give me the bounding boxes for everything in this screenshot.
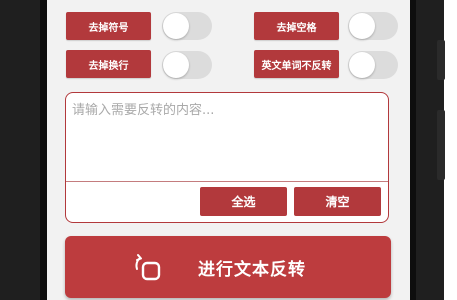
select-all-button[interactable]: 全选 xyxy=(200,187,287,216)
remove-spaces-toggle[interactable] xyxy=(348,12,398,40)
phone-side-button-upper xyxy=(437,40,445,80)
rotate-icon xyxy=(135,254,161,281)
toggle-knob xyxy=(163,13,189,39)
remove-newlines-label: 去掉换行 xyxy=(66,50,151,78)
text-input-card: 全选 清空 xyxy=(65,92,389,223)
toggle-knob xyxy=(163,52,189,78)
phone-bezel-right-edge xyxy=(410,0,416,300)
reverse-text-button-label: 进行文本反转 xyxy=(198,260,306,280)
remove-newlines-toggle[interactable] xyxy=(162,51,212,79)
clear-button[interactable]: 清空 xyxy=(294,187,381,216)
text-input[interactable] xyxy=(70,97,388,183)
remove-spaces-label: 去掉空格 xyxy=(254,12,339,40)
reverse-text-button[interactable]: 进行文本反转 xyxy=(65,236,391,298)
remove-symbols-toggle[interactable] xyxy=(162,12,212,40)
toggle-knob xyxy=(349,52,375,78)
toggle-knob xyxy=(349,13,375,39)
keep-english-words-label: 英文单词不反转 xyxy=(254,50,339,78)
card-divider xyxy=(66,181,388,182)
phone-screenshot: 去掉符号 去掉空格 去掉换行 英文单词不反转 全选 清空 进行文本反转 xyxy=(0,0,457,300)
keep-english-words-toggle[interactable] xyxy=(348,51,398,79)
remove-symbols-label: 去掉符号 xyxy=(66,12,151,40)
phone-side-button-lower xyxy=(437,110,445,180)
phone-bezel-left-edge xyxy=(40,0,47,300)
